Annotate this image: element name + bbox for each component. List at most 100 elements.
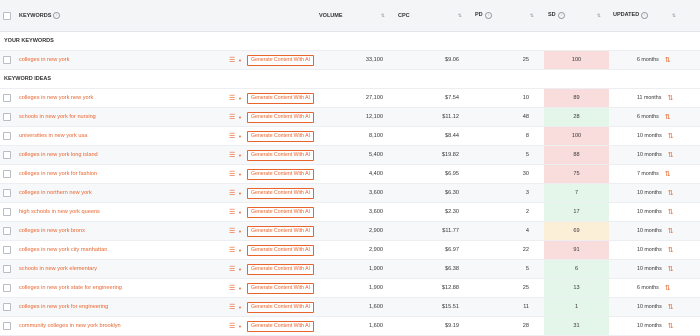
chevron-down-icon[interactable]: ▼ bbox=[238, 134, 242, 139]
generate-content-button[interactable]: Generate Content With AI bbox=[246, 206, 315, 218]
info-icon[interactable]: i bbox=[53, 12, 61, 19]
chevron-down-icon[interactable]: ▼ bbox=[238, 58, 242, 63]
sort-icon[interactable]: ⇅ bbox=[530, 13, 534, 19]
row-checkbox[interactable] bbox=[3, 284, 11, 292]
keyword-link[interactable]: colleges in new york state for engineeri… bbox=[19, 285, 122, 291]
chevron-down-icon[interactable]: ▼ bbox=[238, 267, 242, 272]
refresh-icon[interactable]: ⇅ bbox=[665, 170, 671, 178]
generate-content-button[interactable]: Generate Content With AI bbox=[246, 244, 315, 256]
refresh-icon[interactable]: ⇅ bbox=[668, 246, 674, 254]
select-all-checkbox[interactable] bbox=[3, 11, 11, 20]
generate-content-button[interactable]: Generate Content With AI bbox=[246, 263, 315, 275]
generate-content-button[interactable]: Generate Content With AI bbox=[246, 111, 315, 123]
generate-content-button[interactable]: Generate Content With AI bbox=[246, 187, 315, 199]
info-icon[interactable]: i bbox=[484, 12, 492, 19]
row-checkbox[interactable] bbox=[3, 246, 11, 254]
content-icon[interactable]: ☰ bbox=[229, 133, 237, 140]
sort-icon[interactable]: ⇅ bbox=[597, 13, 601, 19]
keywords-header[interactable]: KEYWORDS i bbox=[14, 12, 229, 19]
generate-content-button[interactable]: Generate Content With AI bbox=[246, 54, 315, 66]
chevron-down-icon[interactable]: ▼ bbox=[238, 286, 242, 291]
cpc-header[interactable]: CPC ⇅ bbox=[395, 13, 472, 19]
content-icon[interactable]: ☰ bbox=[229, 171, 237, 178]
volume-header[interactable]: VOLUME ⇅ bbox=[316, 13, 395, 19]
content-icon[interactable]: ☰ bbox=[229, 114, 237, 121]
sort-icon[interactable]: ⇅ bbox=[381, 13, 385, 19]
keyword-link[interactable]: colleges in northern new york bbox=[19, 190, 92, 196]
keyword-link[interactable]: colleges in new york bbox=[19, 57, 69, 63]
chevron-down-icon[interactable]: ▼ bbox=[238, 153, 242, 158]
keyword-link[interactable]: high schools in new york queens bbox=[19, 209, 100, 215]
generate-content-button[interactable]: Generate Content With AI bbox=[246, 149, 315, 161]
row-checkbox[interactable] bbox=[3, 56, 11, 64]
refresh-icon[interactable]: ⇅ bbox=[668, 265, 674, 273]
info-icon[interactable]: i bbox=[557, 12, 565, 19]
content-icon[interactable]: ☰ bbox=[229, 247, 237, 254]
row-checkbox[interactable] bbox=[3, 94, 11, 102]
chevron-down-icon[interactable]: ▼ bbox=[238, 191, 242, 196]
keyword-link[interactable]: colleges in new york city manhattan bbox=[19, 247, 107, 253]
row-checkbox[interactable] bbox=[3, 265, 11, 273]
refresh-icon[interactable]: ⇅ bbox=[665, 113, 671, 121]
refresh-icon[interactable]: ⇅ bbox=[665, 56, 671, 64]
sd-value: 91 bbox=[573, 247, 580, 253]
content-icon[interactable]: ☰ bbox=[229, 209, 237, 216]
refresh-icon[interactable]: ⇅ bbox=[668, 208, 674, 216]
content-icon[interactable]: ☰ bbox=[229, 228, 237, 235]
pd-header[interactable]: PD i ⇅ bbox=[472, 12, 544, 19]
table-row: schools in new york elementary ☰ ▼ Gener… bbox=[0, 260, 700, 279]
row-checkbox[interactable] bbox=[3, 227, 11, 235]
keyword-link[interactable]: colleges in new york long island bbox=[19, 152, 98, 158]
keyword-link[interactable]: universities in new york usa bbox=[19, 133, 87, 139]
refresh-icon[interactable]: ⇅ bbox=[668, 151, 674, 159]
generate-content-button[interactable]: Generate Content With AI bbox=[246, 320, 315, 332]
generate-content-button[interactable]: Generate Content With AI bbox=[246, 301, 315, 313]
updated-header[interactable]: UPDATED i ⇅ bbox=[609, 12, 700, 19]
chevron-down-icon[interactable]: ▼ bbox=[238, 324, 242, 329]
info-icon[interactable]: i bbox=[641, 12, 649, 19]
row-checkbox[interactable] bbox=[3, 322, 11, 330]
refresh-icon[interactable]: ⇅ bbox=[667, 94, 673, 102]
sort-icon[interactable]: ⇅ bbox=[672, 13, 676, 19]
content-icon[interactable]: ☰ bbox=[229, 57, 237, 64]
chevron-down-icon[interactable]: ▼ bbox=[238, 210, 242, 215]
refresh-icon[interactable]: ⇅ bbox=[668, 189, 674, 197]
keyword-link[interactable]: colleges in new york for engineering bbox=[19, 304, 108, 310]
content-icon[interactable]: ☰ bbox=[229, 304, 237, 311]
keyword-link[interactable]: community colleges in new york brooklyn bbox=[19, 323, 121, 329]
chevron-down-icon[interactable]: ▼ bbox=[238, 172, 242, 177]
keyword-link[interactable]: colleges in new york new york bbox=[19, 95, 93, 101]
refresh-icon[interactable]: ⇅ bbox=[665, 284, 671, 292]
chevron-down-icon[interactable]: ▼ bbox=[238, 96, 242, 101]
generate-content-button[interactable]: Generate Content With AI bbox=[246, 168, 315, 180]
generate-content-button[interactable]: Generate Content With AI bbox=[246, 92, 315, 104]
keyword-link[interactable]: colleges in new york bronx bbox=[19, 228, 85, 234]
keyword-link[interactable]: schools in new york for nursing bbox=[19, 114, 96, 120]
generate-content-button[interactable]: Generate Content With AI bbox=[246, 130, 315, 142]
chevron-down-icon[interactable]: ▼ bbox=[238, 305, 242, 310]
refresh-icon[interactable]: ⇅ bbox=[668, 322, 674, 330]
content-icon[interactable]: ☰ bbox=[229, 95, 237, 102]
content-icon[interactable]: ☰ bbox=[229, 190, 237, 197]
generate-content-button[interactable]: Generate Content With AI bbox=[246, 282, 315, 294]
generate-content-button[interactable]: Generate Content With AI bbox=[246, 225, 315, 237]
content-icon[interactable]: ☰ bbox=[229, 266, 237, 273]
refresh-icon[interactable]: ⇅ bbox=[668, 132, 674, 140]
row-checkbox[interactable] bbox=[3, 132, 11, 140]
content-icon[interactable]: ☰ bbox=[229, 152, 237, 159]
row-checkbox[interactable] bbox=[3, 189, 11, 197]
refresh-icon[interactable]: ⇅ bbox=[668, 227, 674, 235]
row-checkbox[interactable] bbox=[3, 113, 11, 121]
keyword-link[interactable]: colleges in new york for fashion bbox=[19, 171, 97, 177]
chevron-down-icon[interactable]: ▼ bbox=[238, 229, 242, 234]
chevron-down-icon[interactable]: ▼ bbox=[238, 115, 242, 120]
row-checkbox[interactable] bbox=[3, 151, 11, 159]
content-icon[interactable]: ☰ bbox=[229, 323, 237, 330]
sort-icon[interactable]: ⇅ bbox=[458, 13, 462, 19]
content-icon[interactable]: ☰ bbox=[229, 285, 237, 292]
row-checkbox[interactable] bbox=[3, 170, 11, 178]
keyword-link[interactable]: schools in new york elementary bbox=[19, 266, 97, 272]
chevron-down-icon[interactable]: ▼ bbox=[238, 248, 242, 253]
row-checkbox[interactable] bbox=[3, 208, 11, 216]
sd-header[interactable]: SD i ⇅ bbox=[544, 12, 609, 19]
